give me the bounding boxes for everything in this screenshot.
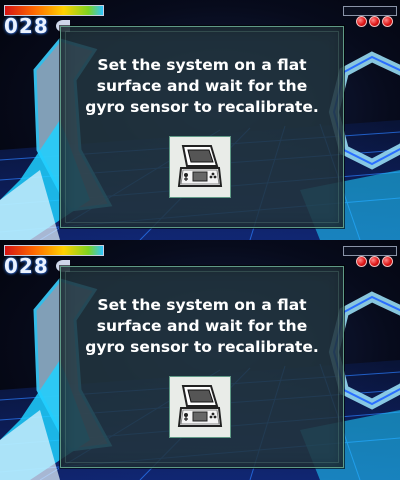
- bomb-icon: [382, 16, 393, 27]
- score-counter: 028: [4, 14, 49, 38]
- dialog-message: Set the system on a flat surface and wai…: [71, 295, 333, 358]
- score-counter: 028: [4, 254, 49, 278]
- bottom-screen: 028 Set the system on a flat surface and…: [0, 240, 400, 480]
- boost-meter: [343, 6, 397, 16]
- top-screen: 028 Set the system on a flat surface and…: [0, 0, 400, 240]
- boost-meter: [343, 246, 397, 256]
- bomb-counter: [356, 16, 393, 27]
- recalibrate-dialog: Set the system on a flat surface and wai…: [60, 26, 344, 228]
- dialog-line-3: gyro sensor to recalibrate.: [85, 98, 319, 116]
- bomb-icon: [356, 256, 367, 267]
- bomb-icon: [369, 16, 380, 27]
- dialog-line-1: Set the system on a flat: [97, 296, 307, 314]
- console-icon-frame: [169, 376, 231, 438]
- 3ds-console-icon: [177, 145, 223, 187]
- recalibrate-dialog: Set the system on a flat surface and wai…: [60, 266, 344, 468]
- bomb-icon: [369, 256, 380, 267]
- bomb-icon: [382, 256, 393, 267]
- bomb-counter: [356, 256, 393, 267]
- dialog-line-2: surface and wait for the: [96, 77, 308, 95]
- 3ds-console-icon: [177, 385, 223, 427]
- console-icon-frame: [169, 136, 231, 198]
- dialog-line-2: surface and wait for the: [96, 317, 308, 335]
- bomb-icon: [356, 16, 367, 27]
- dialog-line-1: Set the system on a flat: [97, 56, 307, 74]
- dialog-line-3: gyro sensor to recalibrate.: [85, 338, 319, 356]
- dialog-message: Set the system on a flat surface and wai…: [71, 55, 333, 118]
